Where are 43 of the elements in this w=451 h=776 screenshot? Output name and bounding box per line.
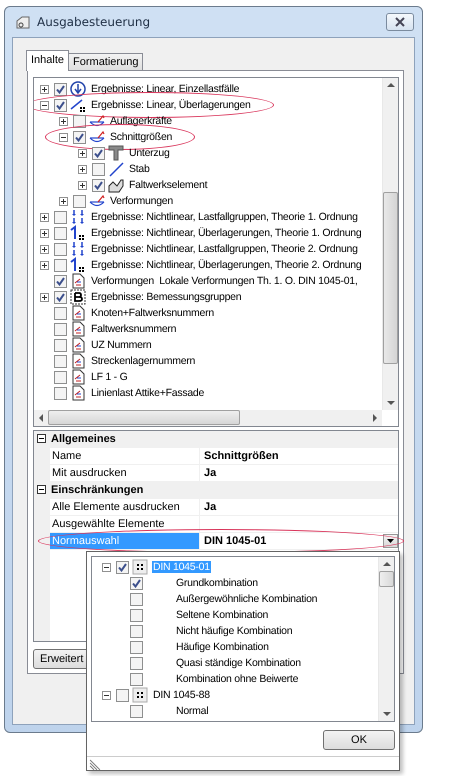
list-item[interactable]: DIN 1045-88: [152, 689, 211, 701]
tree-item[interactable]: Unterzug: [128, 147, 171, 159]
tree-item[interactable]: Ergebnisse: Linear, Einzellastfälle: [90, 83, 240, 95]
tree-item[interactable]: Linienlast Attike+Fassade: [90, 387, 206, 399]
list-item[interactable]: Außergewöhnliche Kombination: [175, 593, 318, 605]
tree-item[interactable]: Stab: [128, 163, 151, 175]
property-value: Ja: [204, 466, 218, 479]
property-value: Ja: [204, 500, 218, 513]
tree-item[interactable]: Streckenlagernummern: [90, 355, 196, 367]
tree-item[interactable]: Schnittgrößen: [109, 131, 174, 143]
property-name[interactable]: Mit ausdrucken: [50, 464, 200, 481]
tab[interactable]: Formatierung: [68, 53, 144, 70]
tree-item[interactable]: Ergebnisse: Nichtlinear, Lastfallgruppen, Theorie 1. Ordnung: [90, 211, 359, 223]
list-item[interactable]: Quasi ständige Kombination: [175, 657, 302, 669]
list-item[interactable]: Nicht häufige Kombination: [175, 625, 294, 637]
section-header: Einschränkungen: [51, 484, 144, 496]
tree-item[interactable]: Ergebnisse: Linear, Überlagerungen: [90, 99, 252, 111]
tree-item[interactable]: UZ Nummern: [90, 339, 153, 351]
section-header: Allgemeines: [51, 432, 116, 445]
ok-button[interactable]: OK: [323, 730, 395, 750]
tree-item[interactable]: Auflagerkräfte: [109, 115, 173, 127]
list-item[interactable]: Seltene Kombination: [175, 609, 270, 621]
tree-item[interactable]: Ergebnisse: Nichtlinear, Überlagerungen, Theorie 1. Ordnung: [90, 227, 362, 239]
tree-item[interactable]: Ergebnisse: Nichtlinear, Überlagerungen, Theorie 2. Ordnung: [90, 259, 362, 271]
tree-item[interactable]: LF 1 - G: [90, 371, 129, 383]
tree-item[interactable]: Knoten+Faltwerksnummern: [90, 307, 215, 319]
list-item[interactable]: Normal: [175, 705, 210, 717]
property-name[interactable]: Alle Elemente ausdrucken: [50, 498, 200, 515]
tree-item[interactable]: Faltwerkselement: [128, 179, 208, 191]
list-item[interactable]: Grundkombination: [175, 577, 259, 589]
tab[interactable]: Inhalte: [26, 50, 70, 71]
list-item[interactable]: Häufige Kombination: [175, 641, 270, 653]
property-value: DIN 1045-01: [204, 534, 268, 547]
tree-item[interactable]: Faltwerksnummern: [90, 323, 178, 335]
list-item[interactable]: Kombination ohne Beiwerte: [175, 673, 300, 685]
tree-item[interactable]: Ergebnisse: Bemessungsgruppen: [90, 291, 242, 303]
tree-item[interactable]: Ergebnisse: Nichtlinear, Lastfallgruppen, Theorie 2. Ordnung: [90, 243, 359, 255]
property-value: Schnittgrößen: [204, 450, 280, 462]
tree-item[interactable]: Verformungen: [109, 195, 174, 207]
window-title: Ausgabesteuerung: [37, 15, 152, 29]
tree-item[interactable]: Verformungen Lokale Verformungen Th. 1. O. DIN 1045-01,: [90, 275, 359, 287]
property-name[interactable]: Ausgewählte Elemente: [50, 516, 200, 532]
property-name[interactable]: Name: [50, 448, 200, 464]
